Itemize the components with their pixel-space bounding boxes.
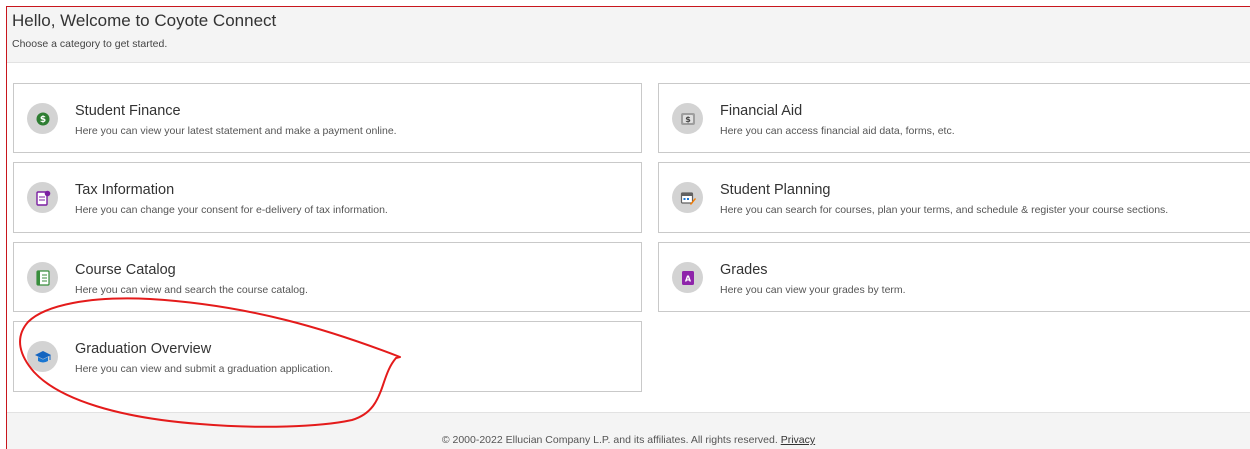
tile-tax-information[interactable]: Tax Information Here you can change your… (13, 162, 642, 233)
tile-description: Here you can search for courses, plan yo… (720, 204, 1169, 216)
tile-graduation-overview[interactable]: Graduation Overview Here you can view an… (13, 321, 642, 392)
tile-student-planning[interactable]: Student Planning Here you can search for… (658, 162, 1250, 233)
welcome-header: Hello, Welcome to Coyote Connect Choose … (7, 7, 1250, 61)
tile-description: Here you can change your consent for e-d… (75, 204, 388, 216)
svg-text:$: $ (39, 115, 45, 125)
grades-icon: A (672, 262, 703, 293)
tile-financial-aid[interactable]: $ Financial Aid Here you can access fina… (658, 83, 1250, 153)
calendar-planning-icon (672, 182, 703, 213)
graduation-cap-icon (27, 341, 58, 372)
tile-description: Here you can view your grades by term. (720, 284, 906, 296)
tile-description: Here you can view your latest statement … (75, 125, 397, 137)
tile-description: Here you can access financial aid data, … (720, 125, 955, 137)
page-title: Hello, Welcome to Coyote Connect (12, 11, 277, 30)
tax-document-icon (27, 182, 58, 213)
page-frame: Hello, Welcome to Coyote Connect Choose … (6, 6, 1250, 449)
tile-student-finance[interactable]: $ Student Finance Here you can view your… (13, 83, 642, 153)
tile-title: Student Finance (75, 103, 181, 119)
tile-title: Grades (720, 262, 768, 278)
copyright-text: © 2000-2022 Ellucian Company L.P. and it… (441, 434, 778, 446)
catalog-book-icon (27, 262, 58, 293)
tile-grades[interactable]: A Grades Here you can view your grades b… (658, 242, 1250, 312)
tile-title: Tax Information (75, 182, 175, 198)
privacy-link[interactable]: Privacy (781, 434, 815, 446)
tile-title: Course Catalog (75, 262, 176, 278)
tile-description: Here you can view and submit a graduatio… (75, 363, 333, 375)
tile-title: Financial Aid (720, 103, 803, 119)
svg-text:A: A (684, 274, 691, 283)
tile-title: Graduation Overview (75, 341, 212, 357)
footer: © 2000-2022 Ellucian Company L.P. and it… (7, 414, 1250, 449)
money-icon: $ (27, 103, 58, 134)
tile-course-catalog[interactable]: Course Catalog Here you can view and sea… (13, 242, 642, 312)
financial-aid-icon: $ (672, 103, 703, 134)
svg-text:$: $ (685, 115, 691, 124)
category-grid: $ Student Finance Here you can view your… (7, 62, 1250, 413)
tile-description: Here you can view and search the course … (75, 284, 308, 296)
tile-title: Student Planning (720, 182, 831, 198)
page-subtitle: Choose a category to get started. (12, 38, 168, 50)
